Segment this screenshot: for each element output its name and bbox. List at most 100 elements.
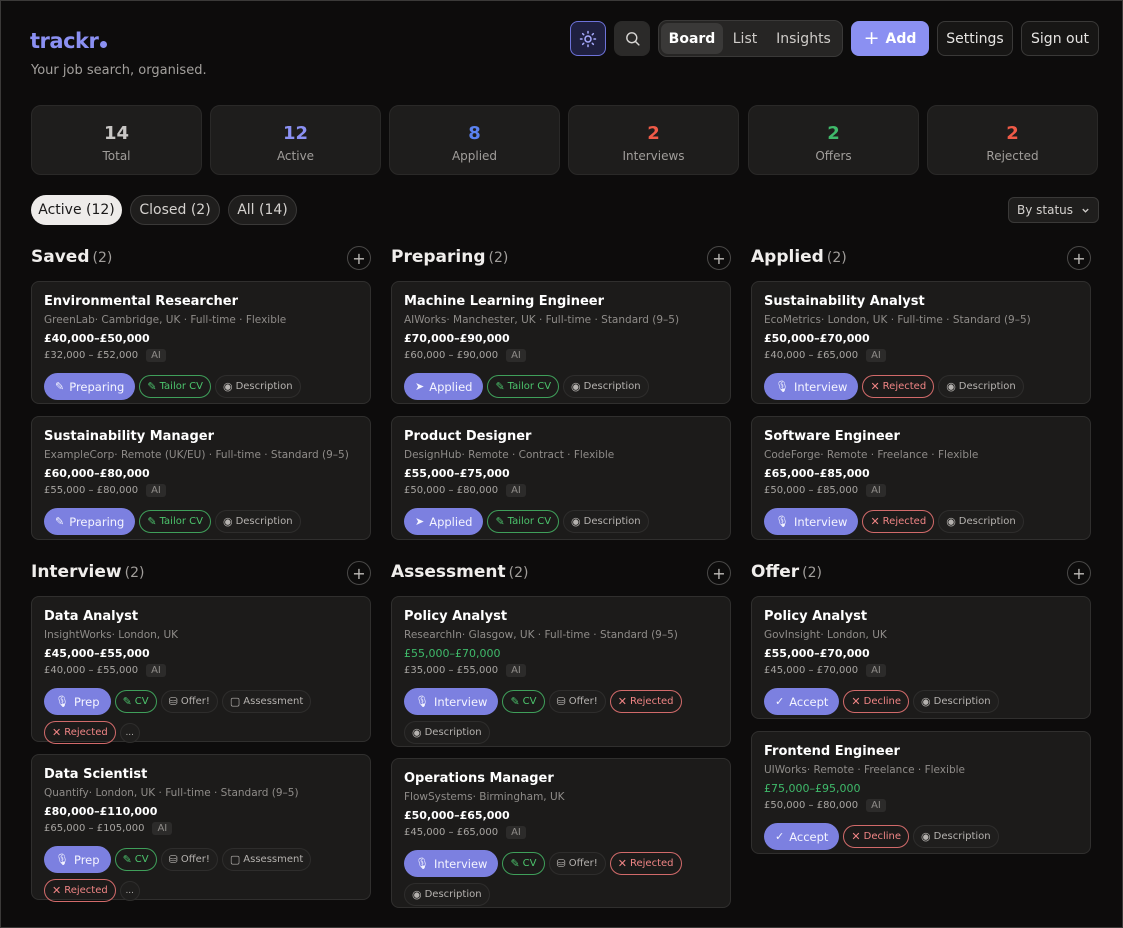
- tab-insights[interactable]: Insights: [767, 23, 840, 54]
- rejected-button[interactable]: ✕ Rejected: [609, 690, 682, 713]
- description-button[interactable]: ◉ Description: [404, 883, 490, 906]
- job-title: Software Engineer: [764, 429, 900, 444]
- plus-icon: +: [352, 248, 366, 268]
- interview-button[interactable]: 🎙 Interview: [404, 688, 499, 715]
- job-card[interactable]: Sustainability Manager ExampleCorp· Remot…: [31, 416, 371, 540]
- add-to-column-button[interactable]: +: [1067, 246, 1091, 270]
- description-button[interactable]: ◉ Description: [214, 375, 301, 398]
- description-button[interactable]: ◉ Description: [913, 825, 999, 848]
- search-button[interactable]: [614, 21, 650, 56]
- prep-button[interactable]: 🎙 Prep: [44, 846, 111, 873]
- eye-icon: ◉: [571, 515, 581, 528]
- settings-button[interactable]: Settings: [937, 21, 1013, 56]
- add-to-column-button[interactable]: +: [707, 246, 731, 270]
- job-card[interactable]: Frontend Engineer UIWorks· Remote · Freel…: [751, 731, 1091, 854]
- job-salary: £55,000–£75,000: [404, 467, 510, 480]
- offer-button[interactable]: ⛁ Offer!: [160, 848, 218, 871]
- job-card[interactable]: Product Designer DesignHub· Remote · Cont…: [391, 416, 731, 540]
- description-button[interactable]: ◉ Description: [404, 721, 490, 744]
- accept-button[interactable]: ✓ Accept: [764, 688, 840, 715]
- prep-button[interactable]: 🎙 Prep: [44, 688, 111, 715]
- ai-estimate-row: £32,000 – £52,000 AI: [44, 347, 358, 363]
- job-meta: GovInsight· London, UK: [764, 629, 887, 641]
- tab-board[interactable]: Board: [661, 23, 723, 54]
- interview-button[interactable]: 🎙 Interview: [764, 373, 859, 400]
- action-label: Rejected: [629, 696, 674, 707]
- preparing-button[interactable]: ✎ Preparing: [44, 373, 136, 400]
- job-card[interactable]: Software Engineer CodeForge· Remote · Fre…: [751, 416, 1091, 540]
- eye-icon: ◉: [412, 726, 422, 739]
- add-to-column-button[interactable]: +: [1067, 561, 1091, 585]
- theme-toggle-button[interactable]: [570, 21, 606, 56]
- assessment-button[interactable]: ▢ Assessment: [221, 848, 312, 871]
- interview-button[interactable]: 🎙 Interview: [764, 508, 859, 535]
- job-card[interactable]: Operations Manager FlowSystems· Birmingha…: [391, 758, 731, 908]
- job-card[interactable]: Sustainability Analyst EcoMetrics· London…: [751, 281, 1091, 404]
- description-button[interactable]: ◉ Description: [214, 510, 301, 533]
- eye-icon: ◉: [921, 830, 931, 843]
- rejected-button[interactable]: ✕ Rejected: [862, 510, 935, 533]
- more-button[interactable]: ...: [119, 723, 140, 743]
- action-label: CV: [134, 696, 149, 707]
- description-button[interactable]: ◉ Description: [938, 375, 1024, 398]
- add-to-column-button[interactable]: +: [347, 561, 371, 585]
- rejected-button[interactable]: ✕ Rejected: [862, 375, 935, 398]
- applied-button[interactable]: ➤ Applied: [404, 508, 484, 535]
- tailor-cv-button[interactable]: ✎ Tailor CV: [139, 510, 211, 533]
- cv-button[interactable]: ✎ CV: [502, 690, 545, 713]
- sign-out-button[interactable]: Sign out: [1021, 21, 1099, 56]
- action-label: Interview: [433, 856, 488, 871]
- job-card[interactable]: Policy Analyst ResearchIn· Glasgow, UK · …: [391, 596, 731, 747]
- ai-salary-range: £50,000 – £80,000: [404, 484, 499, 496]
- decline-button[interactable]: ✕ Decline: [843, 825, 910, 848]
- job-title: Data Scientist: [44, 767, 148, 782]
- cv-button[interactable]: ✎ CV: [114, 690, 157, 713]
- preparing-button[interactable]: ✎ Preparing: [44, 508, 136, 535]
- action-label: Description: [933, 696, 991, 707]
- description-button[interactable]: ◉ Description: [913, 690, 999, 713]
- offer-button[interactable]: ⛁ Offer!: [548, 852, 606, 875]
- column-title-text: Interview: [31, 562, 122, 582]
- filter-chip-all[interactable]: All (14): [228, 195, 297, 225]
- more-button[interactable]: ...: [119, 881, 140, 901]
- tab-list[interactable]: List: [723, 23, 767, 54]
- ai-badge: AI: [866, 663, 886, 677]
- assessment-button[interactable]: ▢ Assessment: [221, 690, 312, 713]
- add-to-column-button[interactable]: +: [707, 561, 731, 585]
- add-to-column-button[interactable]: +: [347, 246, 371, 270]
- add-button[interactable]: + Add: [851, 21, 929, 56]
- accept-button[interactable]: ✓ Accept: [764, 823, 840, 850]
- job-card[interactable]: Machine Learning Engineer AIWorks· Manche…: [391, 281, 731, 404]
- action-label: Rejected: [64, 727, 108, 738]
- offer-button[interactable]: ⛁ Offer!: [160, 690, 218, 713]
- offer-button[interactable]: ⛁ Offer!: [548, 690, 606, 713]
- rejected-button[interactable]: ✕ Rejected: [609, 852, 682, 875]
- description-button[interactable]: ◉ Description: [563, 510, 649, 533]
- job-card[interactable]: Data Analyst InsightWorks· London, UK £45,…: [31, 596, 371, 744]
- rejected-button[interactable]: ✕ Rejected: [44, 879, 116, 902]
- cv-button[interactable]: ✎ CV: [502, 852, 545, 875]
- filter-chip-closed[interactable]: Closed (2): [130, 195, 220, 225]
- card-actions: 🎙 Prep ✎ CV ⛁ Offer! ▢ Assessment ✕ Rejected...: [44, 688, 358, 744]
- eye-icon: ◉: [571, 380, 581, 393]
- cv-button[interactable]: ✎ CV: [114, 848, 157, 871]
- job-card[interactable]: Environmental Researcher GreenLab· Cambri…: [31, 281, 371, 404]
- description-button[interactable]: ◉ Description: [938, 510, 1024, 533]
- applied-button[interactable]: ➤ Applied: [404, 373, 484, 400]
- card-actions: ➤ Applied ✎ Tailor CV ◉ Description: [404, 373, 718, 400]
- rejected-button[interactable]: ✕ Rejected: [44, 721, 116, 744]
- tailor-cv-button[interactable]: ✎ Tailor CV: [487, 510, 560, 533]
- x-icon: ✕: [851, 695, 861, 708]
- tailor-cv-button[interactable]: ✎ Tailor CV: [487, 375, 560, 398]
- sort-dropdown[interactable]: By status: [1008, 197, 1099, 223]
- filter-chip-active[interactable]: Active (12): [31, 195, 122, 225]
- action-label: Prep: [73, 852, 100, 867]
- tailor-cv-button[interactable]: ✎ Tailor CV: [139, 375, 211, 398]
- action-label: Tailor CV: [159, 381, 203, 392]
- decline-button[interactable]: ✕ Decline: [843, 690, 910, 713]
- job-card[interactable]: Policy Analyst GovInsight· London, UK £55,…: [751, 596, 1091, 719]
- action-label: Interview: [793, 514, 848, 529]
- interview-button[interactable]: 🎙 Interview: [404, 850, 499, 877]
- description-button[interactable]: ◉ Description: [563, 375, 649, 398]
- job-card[interactable]: Data Scientist Quantify· London, UK · Ful…: [31, 754, 371, 902]
